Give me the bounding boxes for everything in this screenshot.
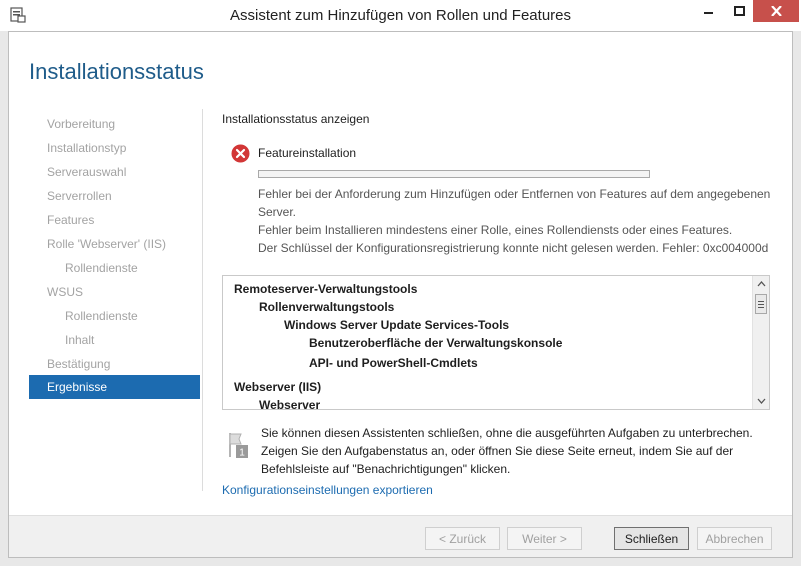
scroll-up-button[interactable] [753, 276, 769, 292]
minimize-icon [704, 12, 713, 14]
destination-server-box [603, 49, 778, 94]
close-notice-text: Sie können diesen Assistenten schließen,… [261, 426, 753, 476]
wizard-client-area: Installationsstatus Vorbereitung Install… [8, 31, 793, 558]
nav-item-serverauswahl[interactable]: Serverauswahl [29, 161, 200, 183]
error-message: Der Schlüssel der Konfigurationsregistri… [258, 241, 769, 255]
nav-item-inhalt[interactable]: Inhalt [29, 329, 200, 351]
nav-item-wsus[interactable]: WSUS [29, 281, 200, 303]
installation-progress-bar [258, 170, 650, 178]
nav-item-vorbereitung[interactable]: Vorbereitung [29, 113, 200, 135]
nav-item-wsus-rollendienste[interactable]: Rollendienste [29, 305, 200, 327]
nav-item-webserver-rollendienste[interactable]: Rollendienste [29, 257, 200, 279]
notification-flag-icon: 1 [229, 433, 248, 459]
section-label: Installationsstatus anzeigen [222, 112, 370, 126]
wizard-footer: < Zurück Weiter > Schließen Abbrechen [9, 515, 792, 557]
scroll-down-button[interactable] [753, 393, 769, 409]
tree-item: Windows Server Update Services-Tools [284, 318, 510, 332]
close-button[interactable]: Schließen [614, 527, 689, 550]
nav-item-features[interactable]: Features [29, 209, 200, 231]
tree-item: Webserver (IIS) [234, 380, 322, 394]
nav-item-installationstyp[interactable]: Installationstyp [29, 137, 200, 159]
error-messages: Fehler bei der Anforderung zum Hinzufüge… [258, 185, 778, 257]
close-icon [770, 6, 782, 16]
window-title: Assistent zum Hinzufügen von Rollen und … [229, 7, 571, 24]
error-message: Fehler beim Installieren mindestens eine… [258, 223, 733, 237]
maximize-button[interactable] [724, 0, 754, 22]
scroll-thumb[interactable] [755, 294, 767, 314]
chevron-up-icon [757, 281, 765, 287]
minimize-button[interactable] [694, 0, 724, 22]
maximize-icon [733, 6, 745, 16]
feature-installation-label: Featureinstallation [258, 146, 357, 160]
page-title: Installationsstatus [29, 59, 204, 84]
installed-features-list[interactable]: Remoteserver-Verwaltungstools Rollenverw… [222, 275, 770, 410]
nav-divider [202, 109, 203, 491]
cancel-button[interactable]: Abbrechen [697, 527, 772, 550]
close-window-button[interactable] [753, 0, 799, 22]
nav-item-webserver[interactable]: Rolle 'Webserver' (IIS) [29, 233, 200, 255]
back-button[interactable]: < Zurück [425, 527, 500, 550]
tree-item: Rollenverwaltungstools [259, 300, 395, 314]
next-button[interactable]: Weiter > [507, 527, 582, 550]
tree-item: Webserver [259, 398, 321, 410]
title-bar[interactable]: Assistent zum Hinzufügen von Rollen und … [0, 0, 801, 31]
export-configuration-link[interactable]: Konfigurationseinstellungen exportieren [222, 483, 433, 497]
nav-item-bestaetigung[interactable]: Bestätigung [29, 353, 200, 375]
tree-item: Benutzeroberfläche der Verwaltungskonsol… [309, 336, 563, 350]
nav-item-serverrollen[interactable]: Serverrollen [29, 185, 200, 207]
wizard-window: Assistent zum Hinzufügen von Rollen und … [0, 0, 801, 566]
tree-item: API- und PowerShell-Cmdlets [309, 356, 478, 370]
nav-item-ergebnisse[interactable]: Ergebnisse [29, 375, 200, 399]
error-icon [231, 144, 250, 163]
error-message: Fehler bei der Anforderung zum Hinzufüge… [258, 187, 771, 219]
tree-item: Remoteserver-Verwaltungstools [234, 282, 418, 296]
svg-text:1: 1 [239, 448, 245, 459]
list-scrollbar[interactable] [752, 276, 769, 409]
chevron-down-icon [757, 398, 765, 404]
